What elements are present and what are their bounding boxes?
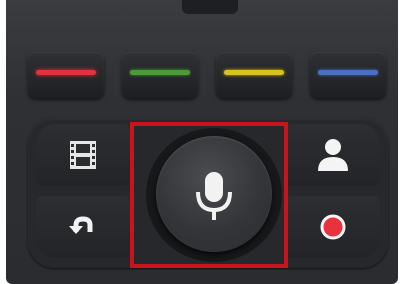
back-button[interactable] — [36, 196, 130, 258]
yellow-button[interactable] — [216, 52, 292, 98]
blue-stripe — [318, 70, 378, 75]
profile-button[interactable] — [286, 124, 380, 186]
red-stripe — [36, 70, 96, 75]
blue-button[interactable] — [310, 52, 386, 98]
green-stripe — [130, 70, 190, 75]
green-button[interactable] — [122, 52, 198, 98]
person-icon — [318, 139, 348, 171]
back-arrow-icon — [69, 216, 93, 234]
record-icon — [320, 214, 346, 240]
highlight-box — [130, 122, 288, 268]
record-button[interactable] — [286, 196, 380, 258]
guide-button[interactable] — [36, 124, 130, 186]
red-button[interactable] — [28, 52, 104, 98]
remote-top-edge — [182, 0, 238, 14]
film-icon — [70, 141, 96, 169]
remote-control — [6, 0, 398, 284]
yellow-stripe — [224, 70, 284, 75]
